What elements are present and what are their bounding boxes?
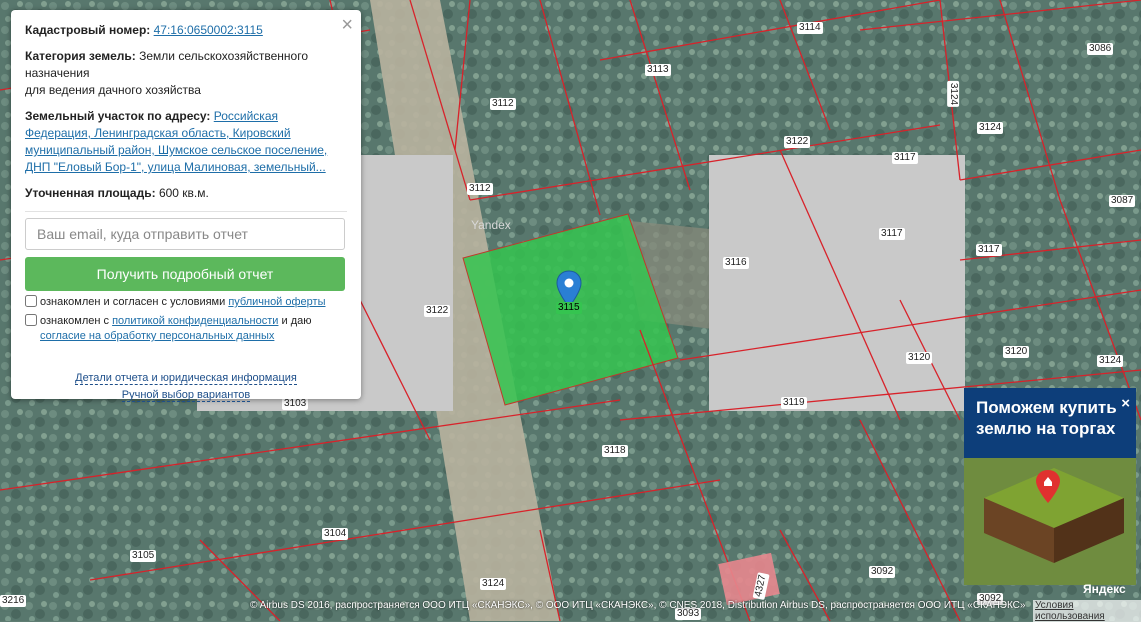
agree-privacy-row: ознакомлен с политикой конфиденциальност… — [25, 314, 347, 344]
divider — [25, 211, 347, 212]
plot-label[interactable]: 3124 — [1097, 355, 1124, 367]
ad-close-icon[interactable]: × — [1121, 395, 1130, 412]
plot-label[interactable]: 3124 — [480, 578, 507, 590]
plot-label[interactable]: 3116 — [723, 257, 749, 269]
plot-label[interactable]: 3105 — [130, 550, 157, 562]
cadastral-label: Кадастровый номер: — [25, 23, 151, 37]
category-row: Категория земель: Земли сельскохозяйстве… — [25, 48, 347, 99]
plot-label[interactable]: 3117 — [976, 244, 1002, 256]
area-value: 600 кв.м. — [158, 186, 209, 200]
terms-of-use-link[interactable]: Условия использования — [1033, 600, 1141, 622]
privacy-policy-link[interactable]: политикой конфиденциальности — [112, 315, 278, 327]
address-row: Земельный участок по адресу: Российская … — [25, 108, 347, 176]
agree-offer-row: ознакомлен и согласен с условиями публич… — [25, 295, 347, 310]
selected-plot-label[interactable]: 3115 — [556, 302, 582, 314]
agree-privacy-checkbox[interactable] — [25, 314, 37, 326]
plot-label[interactable]: 3112 — [490, 98, 516, 110]
plot-label[interactable]: 3120 — [906, 352, 933, 364]
plot-label[interactable]: 3124 — [947, 80, 960, 108]
plot-label[interactable]: 3104 — [322, 528, 349, 540]
plot-label[interactable]: 3112 — [467, 183, 493, 195]
personal-data-consent-link[interactable]: согласие на обработку персональных данны… — [40, 330, 274, 342]
popup-footer-links: Детали отчета и юридическая информация Р… — [25, 370, 347, 404]
plot-label[interactable]: 3119 — [781, 397, 807, 409]
address-label: Земельный участок по адресу: — [25, 109, 211, 123]
plot-label[interactable]: 3092 — [869, 566, 896, 578]
category-label: Категория земель: — [25, 49, 136, 63]
land-auction-ad[interactable]: Поможем купить землю на торгах × — [964, 388, 1136, 585]
manual-selection-link[interactable]: Ручной выбор вариантов — [121, 389, 251, 402]
public-offer-link[interactable]: публичной оферты — [228, 296, 325, 308]
plot-label[interactable]: 3122 — [784, 136, 811, 148]
plot-label[interactable]: 3117 — [892, 152, 918, 164]
plot-label[interactable]: 3124 — [977, 122, 1004, 134]
plot-label[interactable]: 3114 — [797, 22, 823, 34]
category-value-2: для ведения дачного хозяйства — [25, 83, 201, 97]
agree-privacy-text-2: и даю — [278, 315, 312, 327]
plot-label[interactable]: 3122 — [424, 305, 451, 317]
area-row: Уточненная площадь: 600 кв.м. — [25, 185, 347, 202]
plot-label[interactable]: 3117 — [879, 228, 905, 240]
plot-label[interactable]: 3086 — [1087, 43, 1114, 55]
cadastral-row: Кадастровый номер: 47:16:0650002:3115 — [25, 22, 347, 39]
plot-label[interactable]: 3113 — [645, 64, 671, 76]
map-attribution: © Airbus DS 2016, распространяется ООО И… — [250, 600, 1026, 611]
email-input[interactable] — [25, 218, 345, 250]
report-details-link[interactable]: Детали отчета и юридическая информация — [75, 372, 297, 385]
area-label: Уточненная площадь: — [25, 186, 156, 200]
plot-info-popup: × Кадастровый номер: 47:16:0650002:3115 … — [11, 10, 361, 402]
plot-label[interactable]: 3087 — [1109, 195, 1136, 207]
plot-label[interactable]: 3118 — [602, 445, 628, 457]
close-icon[interactable]: × — [341, 14, 353, 37]
agree-offer-checkbox[interactable] — [25, 295, 37, 307]
cadastral-number-link[interactable]: 47:16:0650002:3115 — [154, 23, 263, 37]
agree-privacy-text: ознакомлен с — [40, 315, 113, 327]
agree-offer-text: ознакомлен и согласен с условиями — [40, 296, 229, 308]
ad-title: Поможем купить землю на торгах — [976, 398, 1117, 438]
plot-label[interactable]: 3120 — [1003, 346, 1030, 358]
plot-label[interactable]: 3216 — [0, 595, 27, 607]
get-report-button[interactable]: Получить подробный отчет — [25, 257, 345, 291]
yandex-logo[interactable]: Яндекс — [1083, 582, 1126, 596]
